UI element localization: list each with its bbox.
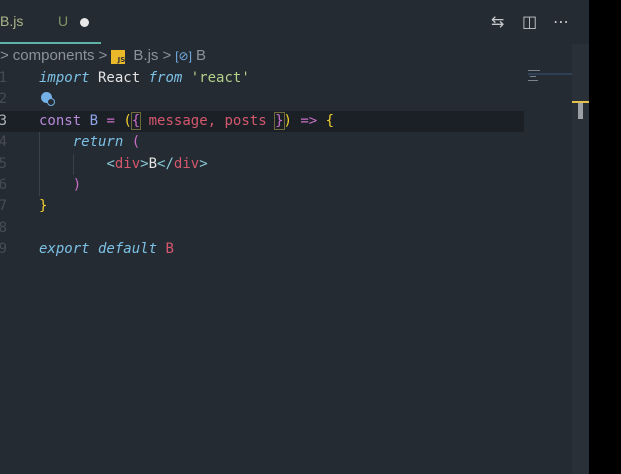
tab-bar: B.js U ⇆ ◫ ⋯ bbox=[0, 0, 589, 44]
code-line[interactable]: 1 import React from 'react' bbox=[0, 68, 524, 89]
breadcrumb-separator: > bbox=[0, 47, 9, 64]
paren: ) bbox=[72, 177, 82, 193]
breadcrumb-separator: > bbox=[98, 47, 108, 64]
window-edge bbox=[589, 0, 621, 474]
variable-symbol-icon: [⊘] bbox=[175, 49, 192, 63]
code-line[interactable]: 7} bbox=[0, 196, 524, 217]
keyword: const bbox=[39, 113, 82, 129]
scrollbar-thumb[interactable] bbox=[578, 103, 583, 119]
punct: < bbox=[106, 156, 115, 172]
paren: ( bbox=[123, 113, 132, 129]
keyword: import bbox=[39, 70, 90, 86]
brace: { bbox=[325, 113, 335, 129]
code-line-current[interactable]: 3 const B = ({ message, posts }) => { bbox=[0, 111, 524, 132]
vertical-scrollbar[interactable] bbox=[572, 44, 589, 474]
operator: = bbox=[98, 113, 124, 129]
punct: > bbox=[199, 156, 208, 172]
breadcrumb-folder[interactable]: components bbox=[13, 47, 95, 64]
more-actions-icon[interactable]: ⋯ bbox=[553, 12, 569, 31]
line-number: 7 bbox=[0, 198, 7, 214]
line-number: 3 bbox=[0, 113, 7, 129]
tab-b-js[interactable]: B.js U bbox=[0, 0, 101, 44]
line-number: 1 bbox=[0, 70, 7, 86]
breadcrumb: > components > JS B.js > [⊘] B bbox=[0, 47, 210, 67]
keyword: export default bbox=[39, 241, 158, 257]
brace: } bbox=[39, 198, 48, 214]
code-line[interactable]: 5 <div>B</div> bbox=[0, 154, 524, 175]
code-line[interactable]: 9 export default B bbox=[0, 239, 524, 260]
line-number: 9 bbox=[0, 241, 7, 257]
keyword: return bbox=[72, 134, 124, 150]
operator: => bbox=[291, 113, 326, 129]
breadcrumb-symbol[interactable]: B bbox=[196, 47, 206, 64]
minimap[interactable] bbox=[528, 69, 572, 83]
code-line[interactable]: 8 bbox=[0, 218, 524, 239]
line-number: 8 bbox=[0, 220, 7, 236]
paren: ( bbox=[131, 134, 141, 150]
line-number: 5 bbox=[0, 156, 7, 172]
string: 'react' bbox=[182, 70, 250, 86]
identifier: B bbox=[89, 113, 99, 129]
keyword: from bbox=[148, 70, 183, 86]
tag: div bbox=[173, 156, 200, 172]
line-number: 4 bbox=[0, 134, 7, 150]
code-line[interactable]: 4 return ( bbox=[0, 132, 524, 153]
punct: </ bbox=[157, 156, 174, 172]
split-editor-icon[interactable]: ◫ bbox=[522, 12, 537, 31]
line-number: 2 bbox=[0, 91, 7, 107]
code-line[interactable]: 6 ) bbox=[0, 175, 524, 196]
punct: > bbox=[140, 156, 149, 172]
breadcrumb-separator: > bbox=[162, 47, 172, 64]
tag: div bbox=[114, 156, 141, 172]
line-number: 6 bbox=[0, 177, 7, 193]
identifier: React bbox=[89, 70, 149, 86]
compare-changes-icon[interactable]: ⇆ bbox=[491, 12, 504, 31]
brace: } bbox=[274, 112, 285, 130]
params: message, posts bbox=[140, 113, 276, 129]
lightbulb-icon[interactable] bbox=[41, 92, 55, 106]
tab-git-status: U bbox=[58, 13, 69, 29]
code-line[interactable]: 2 bbox=[0, 89, 524, 110]
brace: { bbox=[130, 112, 142, 130]
identifier: B bbox=[165, 241, 174, 257]
breadcrumb-file[interactable]: B.js bbox=[133, 47, 158, 64]
paren: ) bbox=[283, 113, 292, 129]
jsx-text: B bbox=[148, 156, 158, 172]
unsaved-dot-icon[interactable] bbox=[80, 18, 89, 27]
tab-label: B.js bbox=[0, 13, 24, 29]
js-file-icon: JS bbox=[111, 50, 126, 64]
